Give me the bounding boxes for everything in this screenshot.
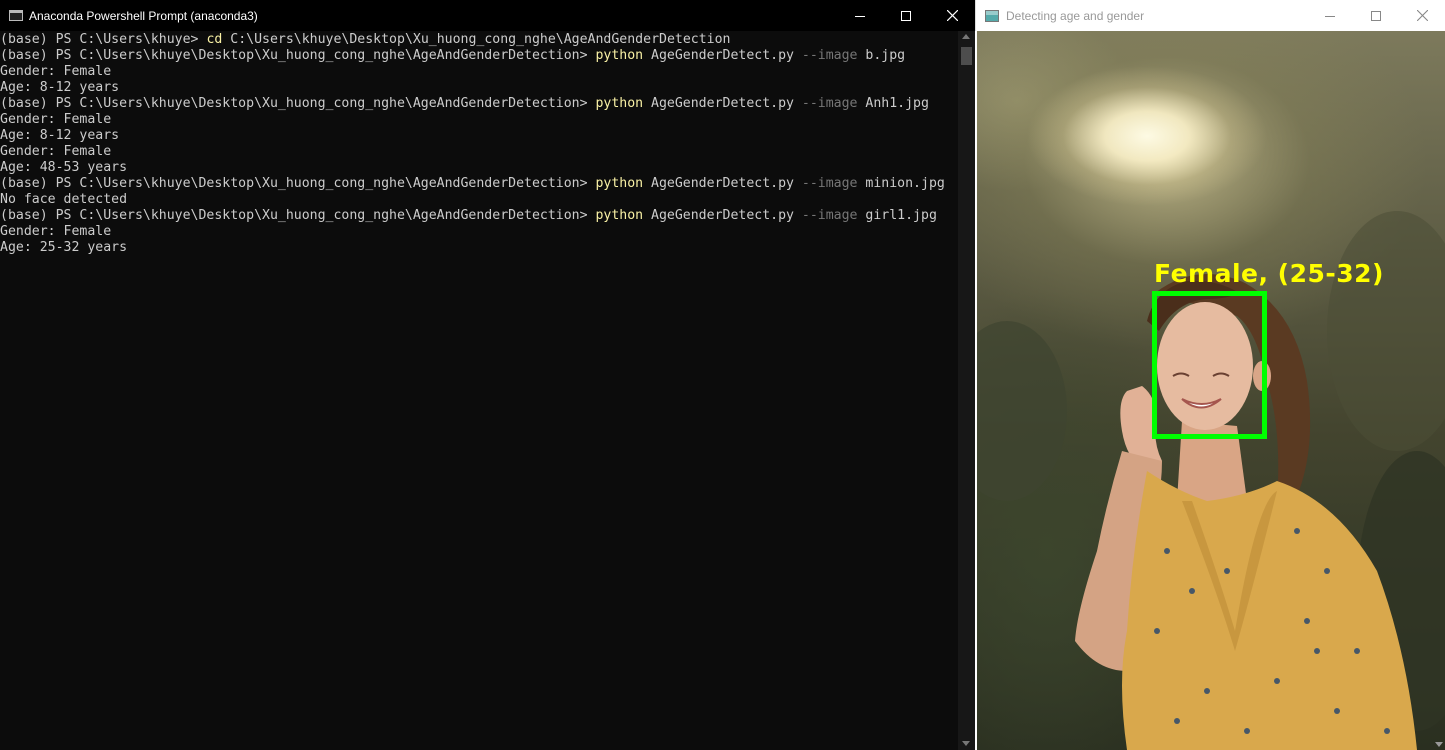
prompt-line: (base) PS C:\Users\khuye\Desktop\Xu_huon…	[0, 176, 958, 192]
detection-photo: Female, (25-32)	[977, 31, 1445, 750]
output-text: Age: 48-53 years	[0, 160, 128, 175]
command-parameter: --image	[801, 96, 858, 111]
prompt-prefix: (base) PS C:\Users\khuye\Desktop\Xu_huon…	[0, 48, 596, 63]
output-text: Gender: Female	[0, 112, 112, 127]
terminal-scrollbar[interactable]	[958, 31, 975, 750]
close-icon	[1416, 10, 1428, 21]
image-maximize-button[interactable]	[1353, 0, 1399, 31]
parameter-value: Anh1.jpg	[857, 96, 929, 111]
output-text: Gender: Female	[0, 224, 112, 239]
close-icon	[946, 10, 958, 21]
output-line: No face detected	[0, 192, 958, 208]
image-minimize-button[interactable]	[1307, 0, 1353, 31]
detection-label: Female, (25-32)	[1154, 259, 1384, 288]
output-text: Age: 8-12 years	[0, 128, 120, 143]
scroll-down-icon[interactable]	[1435, 742, 1443, 747]
command-args: C:\Users\khuye\Desktop\Xu_huong_cong_ngh…	[222, 32, 731, 47]
command-name: cd	[206, 32, 223, 47]
command-parameter: --image	[801, 208, 858, 223]
scroll-down-icon[interactable]	[962, 741, 970, 746]
prompt-line: (base) PS C:\Users\khuye\Desktop\Xu_huon…	[0, 208, 958, 224]
image-titlebar[interactable]: Detecting age and gender	[975, 0, 1445, 31]
prompt-line: (base) PS C:\Users\khuye> cd C:\Users\kh…	[0, 32, 958, 48]
scroll-up-icon[interactable]	[962, 34, 970, 39]
opencv-window-icon	[985, 9, 999, 22]
command-name: python	[595, 208, 644, 223]
scroll-thumb[interactable]	[961, 47, 972, 65]
image-window-title: Detecting age and gender	[1006, 8, 1145, 23]
minimize-icon	[855, 15, 865, 17]
prompt-prefix: (base) PS C:\Users\khuye>	[0, 32, 207, 47]
command-parameter: --image	[801, 176, 858, 191]
command-args: AgeGenderDetect.py	[643, 208, 802, 223]
command-name: python	[595, 96, 644, 111]
prompt-prefix: (base) PS C:\Users\khuye\Desktop\Xu_huon…	[0, 208, 596, 223]
command-args: AgeGenderDetect.py	[643, 176, 802, 191]
command-args: AgeGenderDetect.py	[643, 48, 802, 63]
close-button[interactable]	[929, 0, 975, 31]
output-line: Gender: Female	[0, 112, 958, 128]
command-parameter: --image	[801, 48, 858, 63]
output-text: Age: 8-12 years	[0, 80, 120, 95]
output-line: Age: 48-53 years	[0, 160, 958, 176]
face-bounding-box	[1152, 291, 1267, 439]
prompt-line: (base) PS C:\Users\khuye\Desktop\Xu_huon…	[0, 96, 958, 112]
output-text: Age: 25-32 years	[0, 240, 128, 255]
minimize-button[interactable]	[837, 0, 883, 31]
command-name: python	[595, 176, 644, 191]
output-line: Gender: Female	[0, 64, 958, 80]
prompt-prefix: (base) PS C:\Users\khuye\Desktop\Xu_huon…	[0, 96, 596, 111]
maximize-icon	[1371, 10, 1381, 21]
console-output[interactable]: (base) PS C:\Users\khuye> cd C:\Users\kh…	[0, 31, 958, 750]
prompt-line: (base) PS C:\Users\khuye\Desktop\Xu_huon…	[0, 48, 958, 64]
output-line: Age: 25-32 years	[0, 240, 958, 256]
output-text: No face detected	[0, 192, 128, 207]
minimize-icon	[1325, 15, 1335, 17]
maximize-button[interactable]	[883, 0, 929, 31]
image-close-button[interactable]	[1399, 0, 1445, 31]
terminal-title: Anaconda Powershell Prompt (anaconda3)	[29, 8, 258, 23]
terminal-titlebar[interactable]: Anaconda Powershell Prompt (anaconda3)	[0, 0, 975, 31]
prompt-prefix: (base) PS C:\Users\khuye\Desktop\Xu_huon…	[0, 176, 596, 191]
terminal-app-icon	[9, 10, 23, 21]
output-line: Age: 8-12 years	[0, 80, 958, 96]
terminal-window: Anaconda Powershell Prompt (anaconda3) (…	[0, 0, 975, 750]
output-text: Gender: Female	[0, 144, 112, 159]
output-line: Age: 8-12 years	[0, 128, 958, 144]
output-line: Gender: Female	[0, 224, 958, 240]
parameter-value: minion.jpg	[857, 176, 945, 191]
maximize-icon	[901, 10, 911, 21]
output-text: Gender: Female	[0, 64, 112, 79]
parameter-value: girl1.jpg	[857, 208, 937, 223]
command-name: python	[595, 48, 644, 63]
parameter-value: b.jpg	[857, 48, 906, 63]
output-line: Gender: Female	[0, 144, 958, 160]
command-args: AgeGenderDetect.py	[643, 96, 802, 111]
image-window: Detecting age and gender Female, (25-32)	[975, 0, 1445, 750]
